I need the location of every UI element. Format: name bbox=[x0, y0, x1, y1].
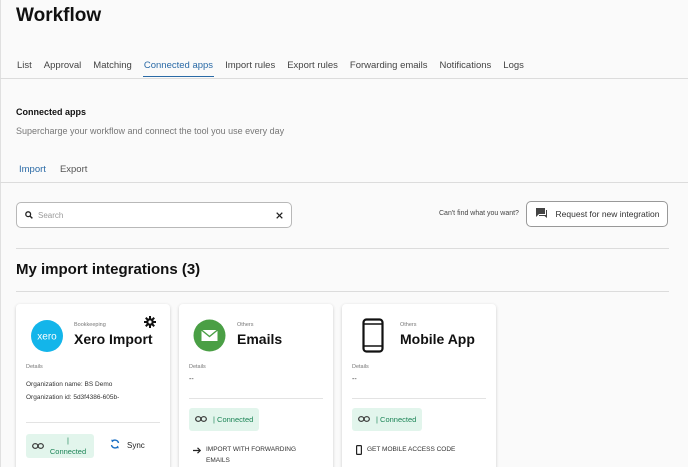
integration-card-xero[interactable]: xero Bookkeeping Xero Import Details Org… bbox=[16, 304, 170, 467]
svg-text:xero: xero bbox=[37, 332, 57, 343]
cant-find-text: Can't find what you want? bbox=[439, 210, 519, 217]
details-label: Details bbox=[26, 364, 43, 370]
search-divider bbox=[16, 248, 669, 249]
tab-approval[interactable]: Approval bbox=[43, 60, 83, 77]
page: Workflow List Approval Matching Connecte… bbox=[0, 0, 688, 467]
email-logo-icon bbox=[193, 319, 226, 357]
link-icon bbox=[32, 442, 44, 451]
import-forwarding-emails-link[interactable]: IMPORT WITH FORWARDING EMAILS bbox=[193, 444, 318, 466]
subtab-export[interactable]: Export bbox=[57, 164, 90, 183]
connected-label: | Connected bbox=[213, 415, 254, 424]
heading-divider bbox=[16, 291, 669, 292]
search-icon bbox=[25, 206, 33, 224]
request-integration-button[interactable]: Request for new integration bbox=[526, 201, 668, 227]
card-category: Others bbox=[237, 322, 254, 328]
card-category: Others bbox=[400, 322, 417, 328]
details-label: Details bbox=[352, 364, 369, 370]
subtabs-divider bbox=[0, 182, 688, 183]
left-border bbox=[0, 0, 1, 467]
clear-search-icon[interactable] bbox=[276, 206, 283, 224]
connected-label: | Connected bbox=[376, 415, 417, 424]
get-mobile-access-code-link[interactable]: GET MOBILE ACCESS CODE bbox=[356, 445, 455, 457]
card-name: Emails bbox=[237, 331, 283, 347]
subtab-import[interactable]: Import bbox=[16, 164, 49, 183]
card-name: Mobile App bbox=[400, 331, 475, 347]
integration-card-emails[interactable]: Others Emails Details -- | Connected IMP… bbox=[179, 304, 333, 467]
section-title: Connected apps bbox=[16, 107, 87, 117]
tab-import-rules[interactable]: Import rules bbox=[224, 60, 276, 77]
arrow-right-icon bbox=[193, 447, 202, 456]
tab-notifications[interactable]: Notifications bbox=[439, 60, 493, 77]
mobile-phone-icon bbox=[362, 318, 384, 358]
tab-logs[interactable]: Logs bbox=[502, 60, 525, 77]
chat-icon bbox=[535, 207, 548, 221]
link-icon bbox=[358, 415, 370, 424]
tab-forwarding-emails[interactable]: Forwarding emails bbox=[349, 60, 429, 77]
tab-list[interactable]: List bbox=[16, 60, 33, 77]
connected-badge: | Connected bbox=[352, 408, 423, 431]
request-integration-label: Request for new integration bbox=[555, 209, 660, 219]
connected-badge: | Connected bbox=[26, 434, 94, 458]
integration-card-mobile-app[interactable]: Others Mobile App Details -- | Connected… bbox=[342, 304, 496, 467]
sub-tabs: Import Export bbox=[16, 164, 90, 183]
card-separator bbox=[26, 422, 160, 423]
gear-icon[interactable] bbox=[144, 315, 156, 333]
sync-label: Sync bbox=[127, 440, 145, 450]
tab-connected-apps[interactable]: Connected apps bbox=[142, 60, 215, 77]
phone-small-icon bbox=[356, 445, 363, 457]
card-separator bbox=[352, 398, 486, 399]
main-tabs: List Approval Matching Connected apps Im… bbox=[16, 60, 525, 77]
search-box[interactable] bbox=[16, 202, 292, 228]
connected-label: | Connected bbox=[49, 436, 87, 456]
card-category: Bookkeeping bbox=[74, 322, 106, 328]
tab-export-rules[interactable]: Export rules bbox=[286, 60, 339, 77]
xero-logo-icon: xero bbox=[30, 319, 64, 358]
link-icon bbox=[195, 415, 207, 424]
page-title: Workflow bbox=[16, 5, 102, 26]
tab-matching[interactable]: Matching bbox=[92, 60, 133, 77]
sync-icon bbox=[110, 439, 120, 451]
details-value: -- bbox=[352, 376, 357, 383]
details-label: Details bbox=[189, 364, 206, 370]
org-id: Organization id: 5d3f4386-605b- bbox=[26, 394, 120, 401]
search-input[interactable] bbox=[38, 210, 276, 220]
tabs-divider bbox=[0, 78, 688, 79]
card-separator bbox=[189, 398, 323, 399]
sync-button[interactable]: Sync bbox=[110, 439, 145, 451]
details-value: -- bbox=[189, 376, 194, 383]
import-forwarding-emails-label: IMPORT WITH FORWARDING EMAILS bbox=[206, 446, 297, 464]
card-name: Xero Import bbox=[74, 331, 153, 347]
org-name: Organization name: BS Demo bbox=[26, 381, 113, 388]
get-mobile-access-code-label: GET MOBILE ACCESS CODE bbox=[367, 446, 456, 453]
section-subtitle: Supercharge your workflow and connect th… bbox=[16, 126, 285, 136]
connected-badge: | Connected bbox=[189, 408, 260, 431]
integrations-heading: My import integrations (3) bbox=[16, 261, 201, 278]
